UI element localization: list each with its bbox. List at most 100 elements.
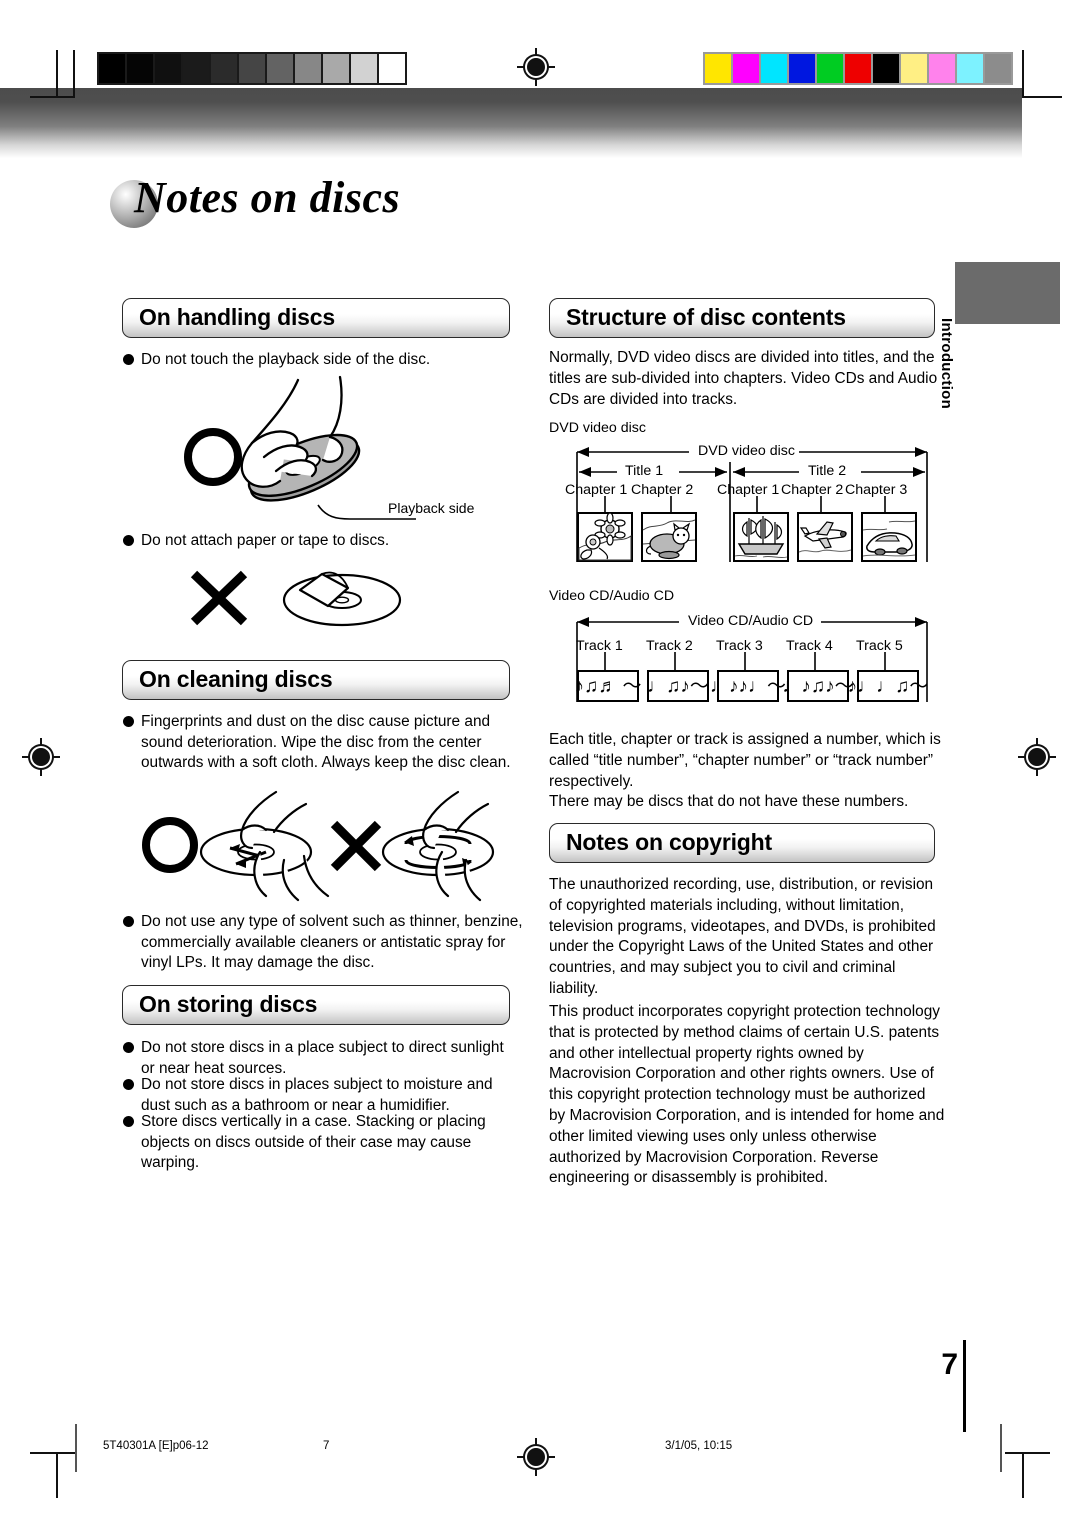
color-patch — [845, 54, 873, 83]
bullet-storing-3: Store discs vertically in a case. Stacki… — [123, 1112, 515, 1174]
music-notes-icon: ♪♩♩♫～ — [847, 675, 929, 697]
bullet-dot-icon — [123, 716, 134, 727]
dvd-t2-chapter-3-label: Chapter 3 — [845, 482, 908, 498]
thumbnail-car — [861, 512, 917, 562]
music-notes-icon: ♩♪♪♩～ — [710, 675, 787, 697]
cd-track-2-label: Track 2 — [646, 638, 693, 654]
crop-mark-top-left-v2 — [73, 50, 75, 96]
grayscale-step-wedge — [97, 52, 407, 85]
caption-video-cd-audio-cd: Video CD/Audio CD — [549, 588, 675, 604]
caption-playback-side: Playback side — [388, 500, 475, 516]
bullet-text: Do not touch the playback side of the di… — [141, 351, 431, 368]
cd-span-label: Video CD/Audio CD — [684, 613, 818, 629]
track-box-2: ♩♫♪～ — [647, 670, 709, 702]
grayscale-patch — [323, 54, 351, 83]
bullet-text: Do not attach paper or tape to discs. — [141, 532, 390, 549]
color-patch — [705, 54, 733, 83]
track-box-1: ♪♫♬ ～ — [574, 670, 642, 702]
cd-track-1-label: Track 1 — [576, 638, 623, 654]
section-header-label: On handling discs — [139, 303, 335, 330]
diagram-cd-structure: Video CD/Audio CD Track 1 Track 2 Track … — [549, 608, 939, 708]
thumbnail-cat — [641, 512, 697, 562]
crop-mark-top-right-h — [1022, 96, 1062, 98]
dvd-t1-chapter-2-label: Chapter 2 — [631, 482, 694, 498]
caption-dvd-video-disc: DVD video disc — [549, 420, 646, 436]
side-tab-label-introduction: Introduction — [938, 318, 955, 410]
bullet-cleaning-1: Fingerprints and dust on the disc cause … — [123, 712, 513, 774]
track-box-5: ♪♩♩♫～ — [848, 670, 928, 702]
diagram-dvd-structure: DVD video disc Title 1 Title 2 Chapter 1… — [549, 440, 939, 570]
crop-mark-top-left-h — [30, 96, 75, 98]
bullet-dot-icon — [123, 1042, 134, 1053]
dvd-title-1-label: Title 1 — [621, 463, 668, 479]
crop-mark-bottom-left-v — [56, 1452, 58, 1498]
copyright-paragraph-1: The unauthorized recording, use, distrib… — [549, 876, 936, 997]
dvd-t1-chapter-1-label: Chapter 1 — [565, 482, 628, 498]
registration-mark-left — [22, 738, 60, 776]
cd-track-5-label: Track 5 — [856, 638, 903, 654]
thumbnail-sunflower — [577, 512, 633, 562]
color-patch — [817, 54, 845, 83]
crop-mark-bottom-right-h — [1005, 1452, 1050, 1454]
crop-mark-top-right-v — [1022, 50, 1024, 96]
color-calibration-bar — [703, 52, 1013, 85]
registration-mark-top-center — [517, 48, 555, 86]
grayscale-patch — [127, 54, 155, 83]
grayscale-patch — [99, 54, 127, 83]
music-notes-icon: ♩♫♪～ — [647, 675, 709, 697]
bullet-dot-icon — [123, 1079, 134, 1090]
section-header-structure-of-disc-contents: Structure of disc contents — [549, 298, 935, 338]
thumbnail-airplane — [797, 512, 853, 562]
dvd-span-label: DVD video disc — [694, 443, 799, 459]
music-notes-icon: ♪♫♬ ～ — [574, 675, 642, 697]
bullet-dot-icon — [123, 354, 134, 365]
footer-page-number: 7 — [323, 1440, 330, 1452]
grayscale-patch — [211, 54, 239, 83]
side-tab-block — [955, 262, 1060, 324]
section-header-on-storing-discs: On storing discs — [122, 985, 510, 1025]
dvd-t2-chapter-2-label: Chapter 2 — [781, 482, 844, 498]
color-patch — [901, 54, 929, 83]
grayscale-patch — [155, 54, 183, 83]
grayscale-patch — [379, 54, 405, 83]
crop-mark-bottom-left-h — [30, 1452, 75, 1454]
page-number: 7 — [941, 1348, 958, 1381]
bullet-text: Store discs vertically in a case. Stacki… — [141, 1113, 486, 1171]
section-header-on-handling-discs: On handling discs — [122, 298, 510, 338]
dvd-title-2-label: Title 2 — [804, 463, 851, 479]
registration-mark-right — [1018, 738, 1056, 776]
grayscale-patch — [351, 54, 379, 83]
bullet-dot-icon — [123, 1116, 134, 1127]
track-box-4: ♩♪♫♪～ — [782, 670, 854, 702]
footer-rule-right — [1000, 1424, 1002, 1472]
section-header-notes-on-copyright: Notes on copyright — [549, 823, 935, 863]
section-header-on-cleaning-discs: On cleaning discs — [122, 660, 510, 700]
bullet-handling-2: Do not attach paper or tape to discs. — [123, 531, 523, 552]
bullet-text: Do not store discs in places subject to … — [141, 1076, 493, 1114]
color-patch — [761, 54, 789, 83]
crop-mark-bottom-right-v — [1022, 1452, 1024, 1498]
bullet-storing-2: Do not store discs in places subject to … — [123, 1075, 515, 1116]
structure-outro-text: Each title, chapter or track is assigned… — [549, 731, 941, 811]
section-header-label: Notes on copyright — [566, 828, 772, 855]
grayscale-patch — [239, 54, 267, 83]
section-header-label: On storing discs — [139, 990, 318, 1017]
page-title-text: Notes on discs — [134, 173, 401, 222]
grayscale-patch — [183, 54, 211, 83]
grayscale-patch — [295, 54, 323, 83]
illustration-cleaning-wipe — [138, 790, 498, 910]
color-patch — [733, 54, 761, 83]
crop-mark-top-left-v — [56, 50, 58, 96]
bullet-dot-icon — [123, 916, 134, 927]
track-box-3: ♩♪♪♩～ — [710, 670, 786, 702]
music-notes-icon: ♩♪♫♪～ — [782, 675, 854, 697]
thumbnail-sailing-ship — [733, 512, 789, 562]
dvd-t2-chapter-1-label: Chapter 1 — [717, 482, 780, 498]
bullet-text: Do not store discs in a place subject to… — [141, 1039, 504, 1077]
section-header-label: Structure of disc contents — [566, 303, 846, 330]
section-header-label: On cleaning discs — [139, 665, 333, 692]
registration-mark-bottom-center — [517, 1438, 555, 1476]
page-number-rule — [963, 1340, 966, 1432]
color-patch — [789, 54, 817, 83]
bullet-storing-1: Do not store discs in a place subject to… — [123, 1038, 515, 1079]
